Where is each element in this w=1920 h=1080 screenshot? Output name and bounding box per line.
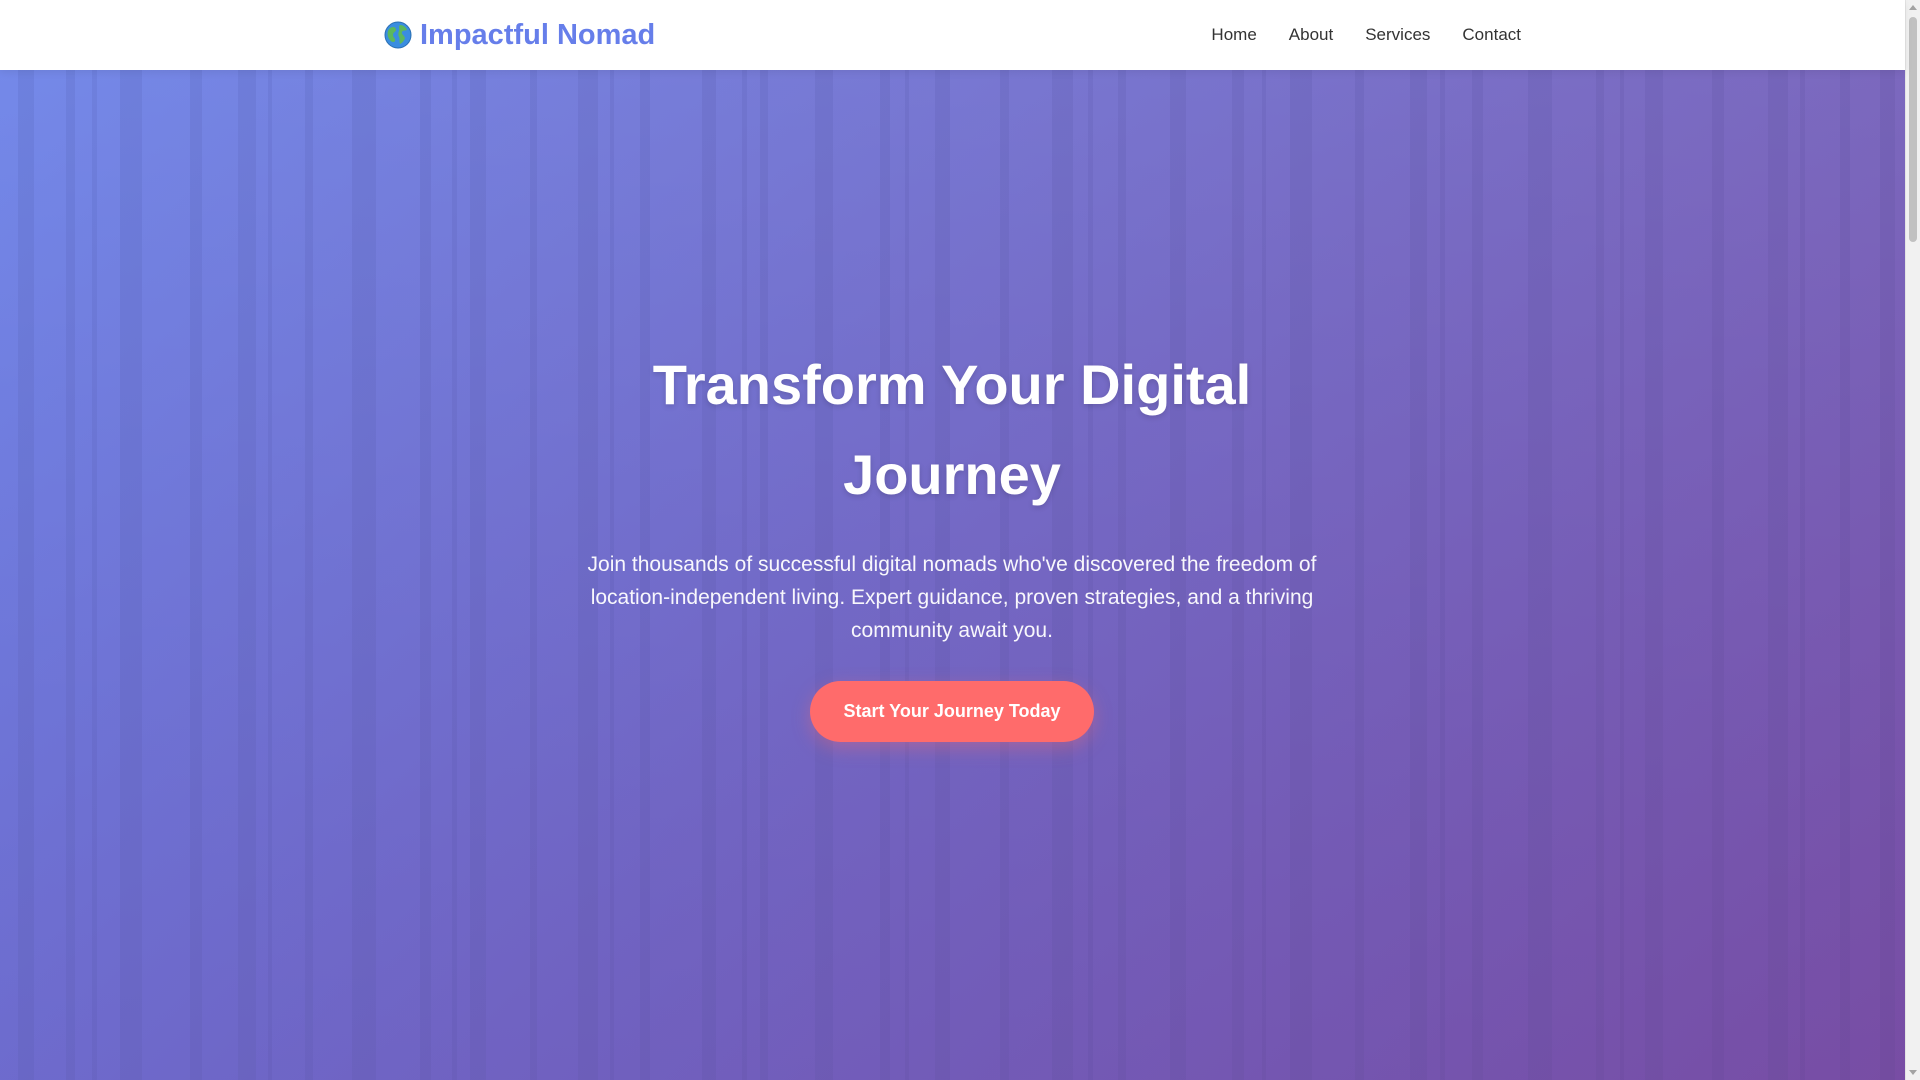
globe-icon — [384, 21, 412, 49]
brand-name: Impactful Nomad — [420, 18, 656, 51]
hero-subtitle: Join thousands of successful digital nom… — [587, 553, 1317, 642]
scroll-down-arrow-icon[interactable] — [1909, 1070, 1917, 1075]
header-container: Impactful Nomad Home About Services Cont… — [384, 0, 1521, 70]
hero-section: Transform Your Digital Journey Join thou… — [0, 70, 1905, 1080]
brand-logo[interactable]: Impactful Nomad — [384, 19, 655, 52]
site-header: Impactful Nomad Home About Services Cont… — [0, 0, 1905, 70]
hero-title: Transform Your Digital Journey — [652, 353, 1252, 506]
nav-link-home[interactable]: Home — [1211, 25, 1256, 45]
nav-link-contact[interactable]: Contact — [1462, 25, 1521, 45]
page: Impactful Nomad Home About Services Cont… — [0, 0, 1920, 1080]
scrollbar-thumb[interactable] — [1909, 17, 1917, 242]
nav-link-about[interactable]: About — [1289, 25, 1333, 45]
hero-content: Transform Your Digital Journey Join thou… — [577, 340, 1327, 742]
main-nav: Home About Services Contact — [1211, 25, 1521, 45]
nav-link-services[interactable]: Services — [1365, 25, 1430, 45]
start-journey-button[interactable]: Start Your Journey Today — [810, 681, 1094, 742]
scroll-up-arrow-icon[interactable] — [1909, 5, 1917, 10]
vertical-scrollbar[interactable] — [1905, 0, 1920, 1080]
